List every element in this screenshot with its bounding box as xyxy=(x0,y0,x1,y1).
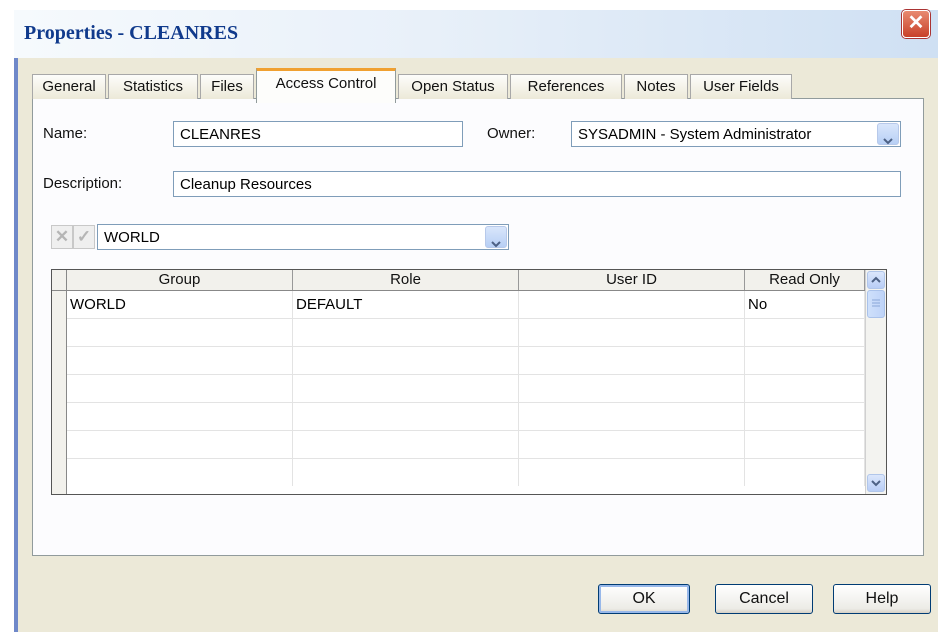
cell-read-only[interactable] xyxy=(745,319,865,346)
cell-user-id[interactable] xyxy=(519,291,745,318)
cell-user-id[interactable] xyxy=(519,403,745,430)
cell-role[interactable] xyxy=(293,403,519,430)
table-row[interactable] xyxy=(67,319,886,347)
tab-open-status[interactable]: Open Status xyxy=(398,74,508,99)
column-header-role[interactable]: Role xyxy=(293,270,519,290)
tab-files[interactable]: Files xyxy=(200,74,254,99)
cell-read-only[interactable]: No xyxy=(745,291,865,318)
cell-group[interactable] xyxy=(67,403,293,430)
cell-group[interactable]: WORLD xyxy=(67,291,293,318)
cell-user-id[interactable] xyxy=(519,375,745,402)
help-button[interactable]: Help xyxy=(833,584,931,614)
cancel-button[interactable]: Cancel xyxy=(715,584,813,614)
cell-read-only[interactable] xyxy=(745,375,865,402)
tab-statistics[interactable]: Statistics xyxy=(108,74,198,99)
cell-role[interactable]: DEFAULT xyxy=(293,291,519,318)
check-icon[interactable]: ✓ xyxy=(73,225,95,249)
column-header-read-only[interactable]: Read Only xyxy=(745,270,865,290)
scroll-thumb[interactable] xyxy=(867,290,885,318)
scroll-up-icon[interactable] xyxy=(867,271,885,289)
cell-user-id[interactable] xyxy=(519,431,745,458)
cell-read-only[interactable] xyxy=(745,403,865,430)
cell-role[interactable] xyxy=(293,459,519,486)
ok-button[interactable]: OK xyxy=(598,584,690,614)
cell-group[interactable] xyxy=(67,431,293,458)
name-label: Name: xyxy=(43,125,88,142)
table-row[interactable]: WORLD DEFAULT No xyxy=(67,291,886,319)
chevron-down-icon[interactable] xyxy=(485,226,507,248)
cell-user-id[interactable] xyxy=(519,319,745,346)
cell-read-only[interactable] xyxy=(745,347,865,374)
table-row[interactable] xyxy=(67,347,886,375)
x-icon[interactable]: ✕ xyxy=(51,225,73,249)
tab-access-control[interactable]: Access Control xyxy=(256,68,396,103)
cell-read-only[interactable] xyxy=(745,459,865,486)
table-row[interactable] xyxy=(67,459,886,486)
cell-group[interactable] xyxy=(67,375,293,402)
access-grid[interactable]: Group Role User ID Read Only WORLD DEFAU… xyxy=(51,269,887,495)
column-header-user-id[interactable]: User ID xyxy=(519,270,745,290)
description-label: Description: xyxy=(43,175,123,192)
cell-user-id[interactable] xyxy=(519,347,745,374)
grid-header: Group Role User ID Read Only xyxy=(52,270,886,291)
vertical-scrollbar[interactable] xyxy=(865,270,886,494)
name-field[interactable]: CLEANRES xyxy=(173,121,463,147)
owner-label: Owner: xyxy=(487,125,536,142)
group-select[interactable]: WORLD xyxy=(97,224,509,250)
title-bar[interactable]: Properties - CLEANRES ✕ xyxy=(14,10,938,59)
tab-references[interactable]: References xyxy=(510,74,622,99)
table-row[interactable] xyxy=(67,403,886,431)
tab-general[interactable]: General xyxy=(32,74,106,99)
cell-read-only[interactable] xyxy=(745,431,865,458)
column-header-group[interactable]: Group xyxy=(67,270,293,290)
chevron-down-icon[interactable] xyxy=(877,123,899,145)
dialog-title: Properties - CLEANRES xyxy=(24,22,239,44)
cell-role[interactable] xyxy=(293,375,519,402)
cell-user-id[interactable] xyxy=(519,459,745,486)
help-button-label: Help xyxy=(865,590,899,607)
table-row[interactable] xyxy=(67,431,886,459)
cell-role[interactable] xyxy=(293,319,519,346)
tab-user-fields[interactable]: User Fields xyxy=(690,74,792,99)
description-field[interactable]: Cleanup Resources xyxy=(173,171,901,197)
owner-select-value: SYSADMIN - System Administrator xyxy=(578,126,812,143)
group-select-value: WORLD xyxy=(104,229,160,246)
tab-panel-access-control: Name: CLEANRES Owner: SYSADMIN - System … xyxy=(32,98,924,556)
cell-group[interactable] xyxy=(67,459,293,486)
scroll-down-icon[interactable] xyxy=(867,474,885,492)
cell-role[interactable] xyxy=(293,347,519,374)
cell-role[interactable] xyxy=(293,431,519,458)
grid-corner xyxy=(52,270,67,290)
cell-group[interactable] xyxy=(67,319,293,346)
dialog-client-area: Name: CLEANRES Owner: SYSADMIN - System … xyxy=(18,58,938,632)
tab-notes[interactable]: Notes xyxy=(624,74,688,99)
close-icon[interactable]: ✕ xyxy=(902,10,930,38)
properties-dialog: Properties - CLEANRES ✕ Name: CLEANRES O… xyxy=(0,0,938,632)
owner-select[interactable]: SYSADMIN - System Administrator xyxy=(571,121,901,147)
row-selector-column xyxy=(52,291,67,494)
cell-group[interactable] xyxy=(67,347,293,374)
table-row[interactable] xyxy=(67,375,886,403)
